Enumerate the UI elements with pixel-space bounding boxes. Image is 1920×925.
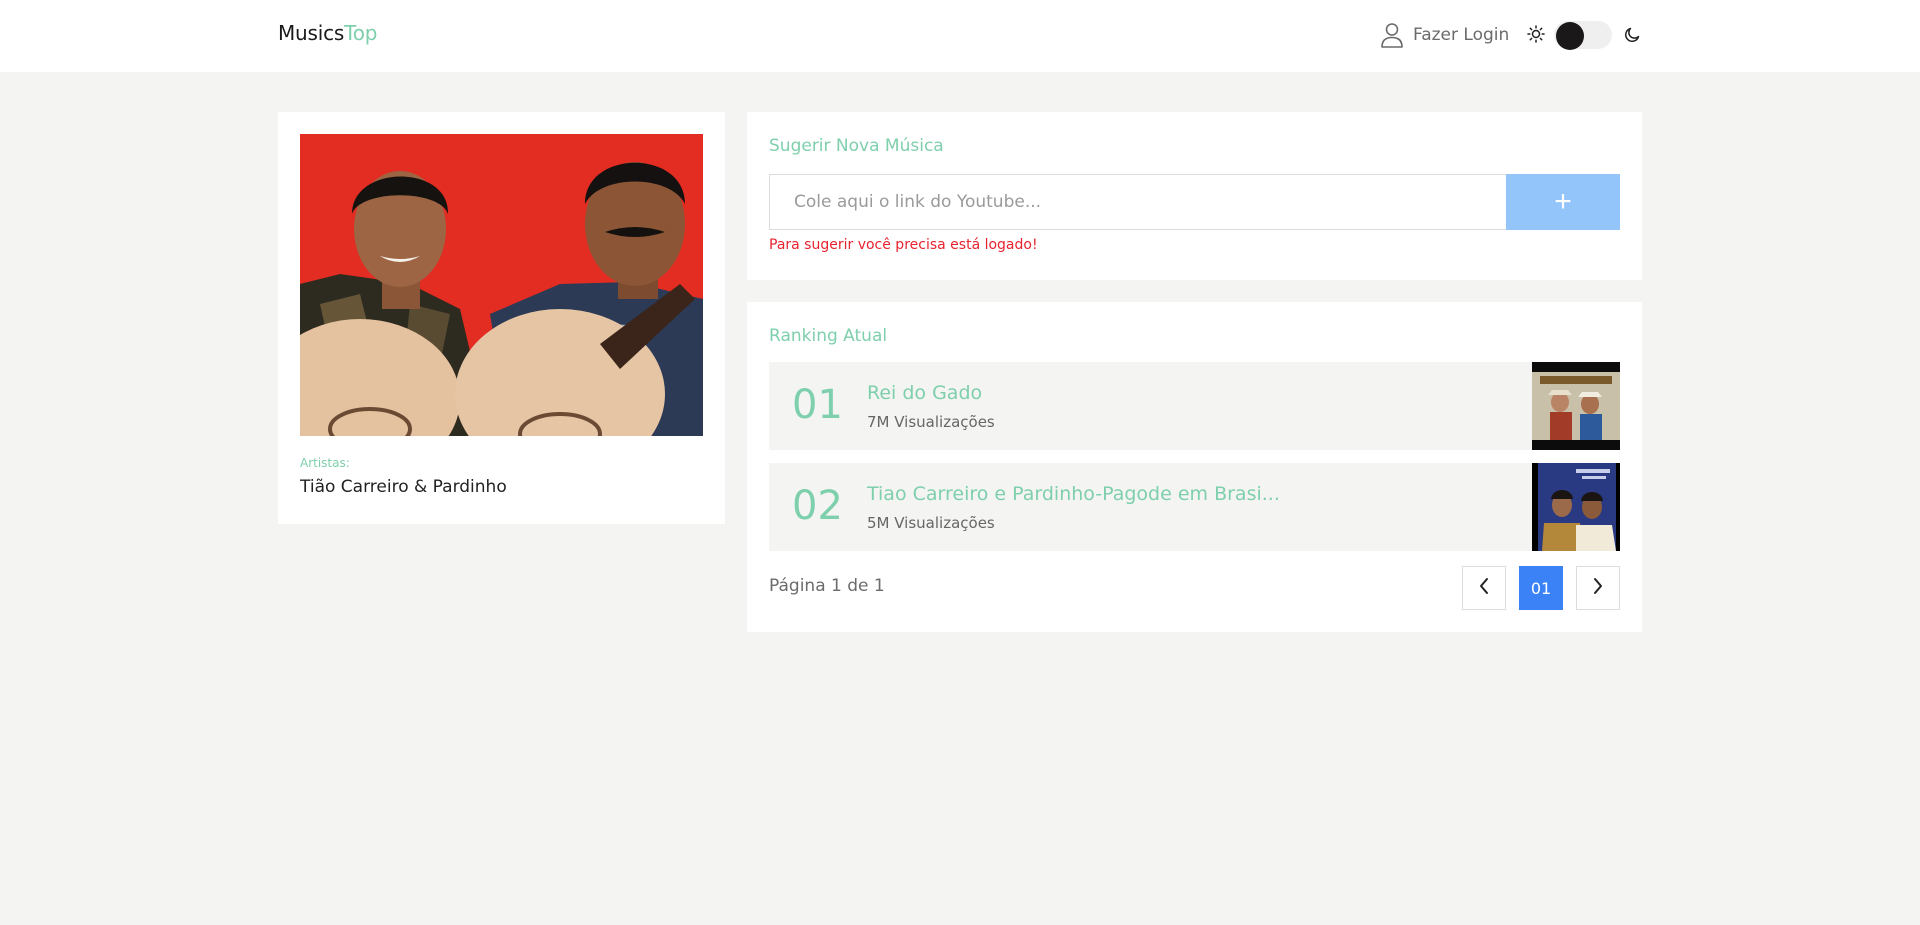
previous-page-button[interactable] [1462,566,1506,610]
suggest-title: Sugerir Nova Música [769,136,944,156]
moon-icon [1624,26,1641,47]
logo-text-accent: Top [344,21,378,45]
chevron-right-icon [1592,577,1604,599]
top-navbar: MusicsTop Fazer Login [0,0,1920,72]
ranking-item[interactable]: 02 Tiao Carreiro e Pardinho-Pagode em Br… [769,463,1620,551]
artist-card: Artistas: Tião Carreiro & Pardinho [278,112,725,524]
login-required-warning: Para sugerir você precisa está logado! [769,237,1038,253]
youtube-link-input[interactable] [769,174,1506,230]
artist-name: Tião Carreiro & Pardinho [300,477,507,497]
song-thumbnail [1532,463,1620,551]
ranking-card: Ranking Atual 01 Rei do Gado 7M Visualiz… [747,302,1642,632]
theme-toggle-knob [1556,22,1584,50]
sun-icon [1527,25,1545,47]
next-page-button[interactable] [1576,566,1620,610]
site-logo[interactable]: MusicsTop [278,21,377,45]
ranking-item[interactable]: 01 Rei do Gado 7M Visualizações [769,362,1620,450]
theme-toggle[interactable] [1554,21,1612,50]
song-thumbnail [1532,362,1620,450]
ranking-title: Ranking Atual [769,326,888,346]
login-label: Fazer Login [1413,25,1510,45]
song-title: Rei do Gado [867,382,983,404]
current-page-button[interactable]: 01 [1519,566,1563,610]
chevron-left-icon [1478,577,1490,599]
artist-label: Artistas: [300,456,350,470]
user-icon [1380,22,1404,48]
rank-number: 01 [792,382,843,428]
suggest-card: Sugerir Nova Música + Para sugerir você … [747,112,1642,280]
song-views: 7M Visualizações [867,413,995,431]
add-song-button[interactable]: + [1506,174,1620,230]
login-link[interactable]: Fazer Login [1380,22,1509,48]
artist-photo [300,134,703,436]
pagination-info: Página 1 de 1 [769,576,885,596]
logo-text-primary: Musics [278,21,345,45]
song-views: 5M Visualizações [867,514,995,532]
rank-number: 02 [792,483,843,529]
song-title: Tiao Carreiro e Pardinho-Pagode em Brasi… [867,483,1280,505]
